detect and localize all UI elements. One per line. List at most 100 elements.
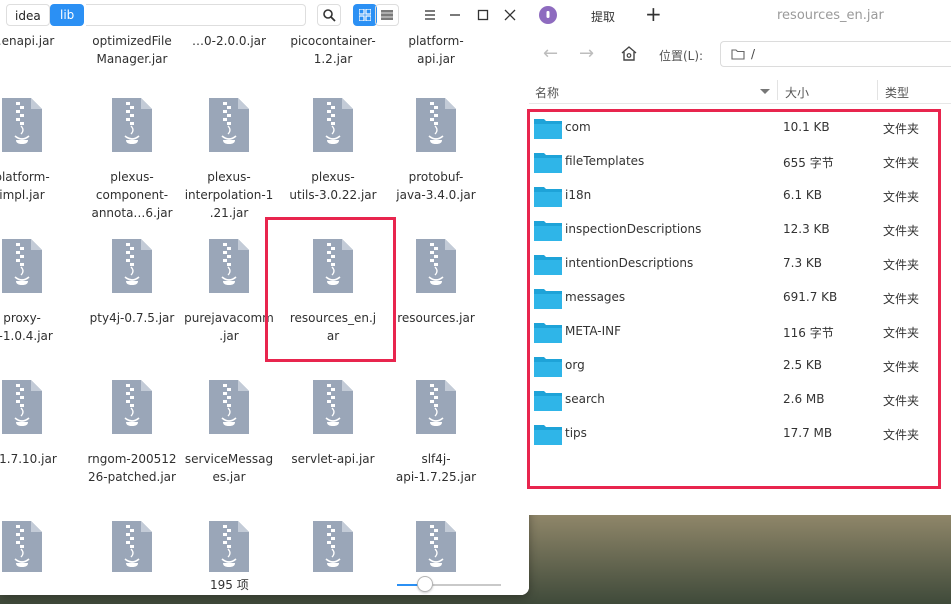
jar-file-item[interactable]: servlet-api.jar xyxy=(281,378,385,468)
archive-toolbar: ← → 位置(L): / xyxy=(529,37,951,71)
file-manager-titlebar: idea lib xyxy=(0,0,529,32)
jar-file-name-line: plexus- xyxy=(207,170,251,184)
jar-file-name-line: annota…6.jar xyxy=(91,206,173,220)
jar-file-name-line: picocontainer- xyxy=(290,34,376,48)
breadcrumb-lib[interactable]: lib xyxy=(50,4,85,26)
add-button[interactable]: + xyxy=(645,4,662,24)
forward-arrow-icon[interactable]: → xyxy=(579,43,594,64)
minimize-button[interactable] xyxy=(443,4,467,26)
jar-file-item[interactable]: plexus-utils-3.0.22.jar xyxy=(281,96,385,204)
zoom-slider[interactable] xyxy=(397,584,501,586)
jar-file-name-line: servlet-api.jar xyxy=(291,452,375,466)
search-button[interactable] xyxy=(317,4,341,26)
jar-file-icon xyxy=(112,380,152,434)
column-size[interactable]: 大小 xyxy=(785,84,809,101)
zoom-slider-handle[interactable] xyxy=(417,576,434,592)
menu-button[interactable] xyxy=(418,4,442,26)
jar-file-name-line: …0-2.0.0.jar xyxy=(192,34,266,48)
jar-file-icon xyxy=(2,521,42,575)
jar-file-icon xyxy=(209,380,249,434)
jar-file-name: plexus-component-annota…6.jar xyxy=(80,168,184,222)
jar-file-item[interactable]: proxy-e-1.0.4.jar xyxy=(0,237,74,345)
jar-file-name-line: api-1.7.25.jar xyxy=(395,470,477,484)
extract-button[interactable]: 提取 xyxy=(591,8,615,25)
list-view-button[interactable] xyxy=(375,4,399,26)
highlight-box-archive-contents xyxy=(527,109,941,489)
jar-file-name: o-1.7.10.jar xyxy=(0,450,74,468)
jar-file-name-line: 1.2.jar xyxy=(313,52,353,66)
icon-view-icon xyxy=(359,9,371,21)
jar-file-name-line: slf4j- xyxy=(421,452,451,466)
jar-file-name-line: rngom-200512 xyxy=(87,452,177,466)
jar-file-item[interactable]: rngom-200512 26-patched.jar xyxy=(80,378,184,486)
jar-file-icon xyxy=(416,239,456,293)
column-header: 名称 大小 类型 xyxy=(529,78,951,104)
archive-titlebar: 提取 + resources_en.jar xyxy=(529,0,951,32)
jar-file-item[interactable]: plexus-interpolation-1.21.jar xyxy=(177,96,281,222)
jar-file-item[interactable]: protobuf-java-3.4.0.jar xyxy=(384,96,488,204)
status-bar: 195 项 xyxy=(0,572,529,595)
jar-file-name: platform-impl.jar xyxy=(0,168,74,204)
jar-file-name-line: plexus- xyxy=(110,170,154,184)
jar-file-icon xyxy=(112,239,152,293)
jar-file-name-line: o-1.7.10.jar xyxy=(0,452,57,466)
jar-file-icon xyxy=(416,521,456,575)
jar-file-name-line: plexus- xyxy=(311,170,355,184)
jar-file-name-line: platform- xyxy=(408,34,464,48)
minimize-icon xyxy=(450,14,460,16)
address-bar[interactable] xyxy=(86,4,306,26)
path-field[interactable]: / xyxy=(720,41,951,67)
jar-file-name-line: …enapi.jar xyxy=(0,34,55,48)
jar-file-item[interactable]: serviceMessag es.jar xyxy=(177,378,281,486)
column-name[interactable]: 名称 xyxy=(535,84,559,101)
jar-file-name-line: es.jar xyxy=(212,470,246,484)
maximize-button[interactable] xyxy=(471,4,495,26)
folder-outline-icon xyxy=(731,49,745,60)
archive-logo-icon xyxy=(539,6,557,24)
icon-view-button[interactable] xyxy=(353,4,377,26)
jar-file-item[interactable]: plexus-component-annota…6.jar xyxy=(80,96,184,222)
jar-file-icon xyxy=(112,98,152,152)
maximize-icon xyxy=(477,9,489,21)
jar-file-icon xyxy=(209,239,249,293)
jar-file-name: platform-api.jar xyxy=(384,32,488,68)
sort-arrow-icon[interactable] xyxy=(760,89,770,94)
location-label: 位置(L): xyxy=(659,49,704,63)
jar-file-name: resources.jar xyxy=(384,309,488,327)
jar-file-name: servlet-api.jar xyxy=(281,450,385,468)
path-text: / xyxy=(751,47,756,61)
close-button[interactable] xyxy=(498,4,522,26)
breadcrumb-idea[interactable]: idea xyxy=(6,4,50,26)
jar-file-name-line: e-1.0.4.jar xyxy=(0,329,53,343)
jar-file-item[interactable]: resources.jar xyxy=(384,237,488,327)
jar-file-name-line: Manager.jar xyxy=(96,52,168,66)
jar-file-name-line: pty4j-0.7.5.jar xyxy=(89,311,175,325)
jar-file-icon xyxy=(2,98,42,152)
jar-file-name: slf4j-api-1.7.25.jar xyxy=(384,450,488,486)
jar-file-icon xyxy=(209,521,249,575)
jar-file-item[interactable]: pty4j-0.7.5.jar xyxy=(80,237,184,327)
jar-file-name-line: interpolation-1 xyxy=(184,188,274,202)
item-count: 195 项 xyxy=(210,578,249,592)
column-type[interactable]: 类型 xyxy=(885,84,909,101)
highlight-box-selected-jar xyxy=(265,217,396,362)
back-arrow-icon[interactable]: ← xyxy=(543,43,558,64)
jar-file-name: proxy-e-1.0.4.jar xyxy=(0,309,74,345)
jar-file-icon xyxy=(416,380,456,434)
jar-file-name-line: proxy- xyxy=(3,311,41,325)
jar-file-item[interactable]: platform-impl.jar xyxy=(0,96,74,204)
jar-file-name-line: 26-patched.jar xyxy=(88,470,176,484)
jar-file-icon xyxy=(112,521,152,575)
jar-file-item[interactable]: slf4j-api-1.7.25.jar xyxy=(384,378,488,486)
jar-file-name: protobuf-java-3.4.0.jar xyxy=(384,168,488,204)
menu-icon xyxy=(425,10,435,20)
close-icon xyxy=(504,9,516,21)
jar-file-name: plexus-interpolation-1.21.jar xyxy=(177,168,281,222)
home-icon[interactable] xyxy=(621,46,637,61)
jar-file-icon xyxy=(313,521,353,575)
jar-file-name: optimizedFile Manager.jar xyxy=(80,32,184,68)
jar-file-name-line: java-3.4.0.jar xyxy=(396,188,476,202)
jar-file-name-line: protobuf- xyxy=(408,170,464,184)
list-view-icon xyxy=(381,10,393,20)
jar-file-item[interactable]: o-1.7.10.jar xyxy=(0,378,74,468)
